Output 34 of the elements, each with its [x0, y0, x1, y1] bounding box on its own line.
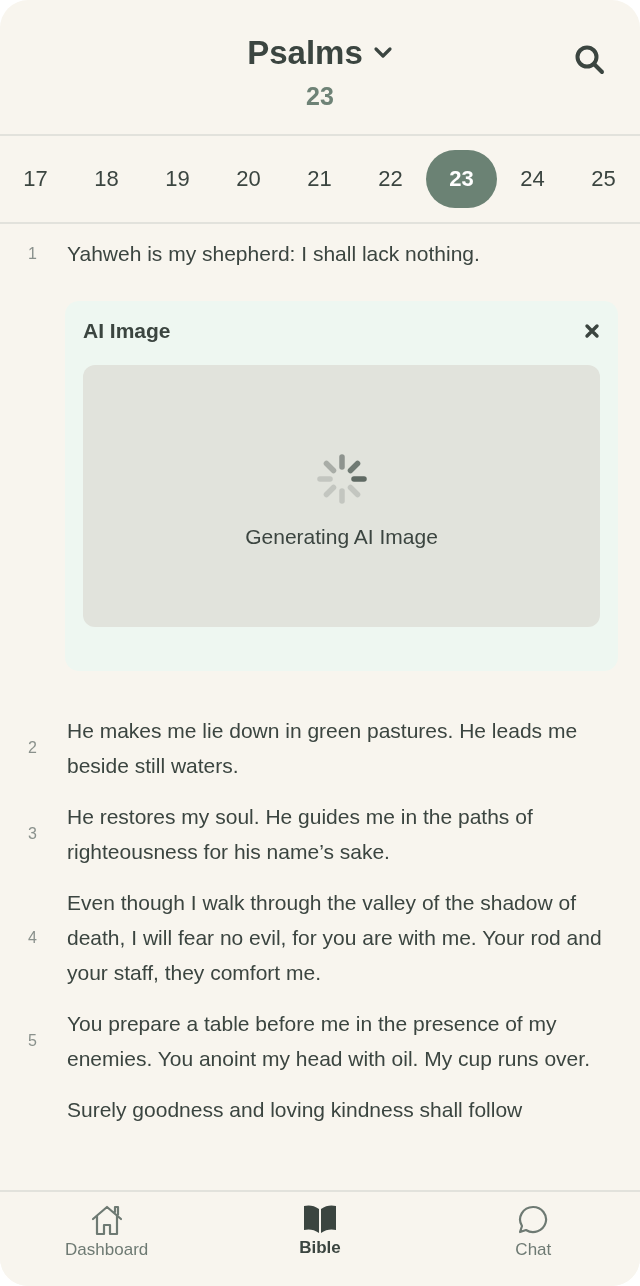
chat-bubble-icon	[517, 1204, 550, 1236]
verse-number: 4	[28, 928, 38, 947]
open-book-icon	[302, 1204, 338, 1234]
verse-number: 5	[28, 1032, 38, 1050]
nav-tab[interactable]: Bible	[213, 1204, 427, 1258]
verse-number: 2	[28, 739, 38, 757]
chapter-tab[interactable]: 21	[284, 150, 355, 208]
book-selector[interactable]: Psalms	[247, 34, 393, 72]
chapter-tab[interactable]: 22	[355, 150, 426, 208]
verse-text: He makes me lie down in green pastures. He leads me beside still waters.	[67, 718, 579, 779]
chapter-tab[interactable]: 23	[426, 150, 497, 208]
verse-text: Surely goodness and loving kindness shall follow	[67, 1097, 523, 1123]
verse-number: 3	[28, 825, 38, 843]
verse-text: Yahweh is my shepherd: I shall lack nothing.	[67, 241, 480, 267]
chapter-tab[interactable]: 18	[71, 150, 142, 208]
close-icon[interactable]	[584, 323, 600, 339]
chapter-tab[interactable]: 24	[497, 150, 568, 208]
house-icon	[89, 1204, 124, 1236]
verse-text: He restores my soul. He guides me in the paths of righteousness for his name’s sake.	[67, 804, 534, 865]
chapter-tab[interactable]: 19	[142, 150, 213, 208]
verse-number: 1	[28, 244, 38, 263]
nav-tab[interactable]: Dashboard	[0, 1204, 214, 1260]
chapter-tab[interactable]: 17	[0, 150, 71, 208]
nav-tab[interactable]: Chat	[426, 1204, 640, 1260]
card-title: AI Image	[83, 319, 171, 343]
verse-text: Even though I walk through the valley of the shadow of death, I will fear no evil, for you are with me. Your rod and your staff, they comfort me.	[67, 890, 603, 986]
chapter-tab[interactable]: 20	[213, 150, 284, 208]
spinner-icon	[315, 453, 368, 505]
chapter-tab[interactable]: 25	[568, 150, 639, 208]
chevron-down-icon	[372, 46, 393, 60]
chapter-number: 23	[306, 82, 334, 111]
search-icon[interactable]	[574, 44, 606, 76]
loading-text: Generating AI Image	[245, 525, 438, 549]
verse-text: You prepare a table before me in the presence of my enemies. You anoint my head with oil. My cup runs over.	[67, 1011, 591, 1072]
